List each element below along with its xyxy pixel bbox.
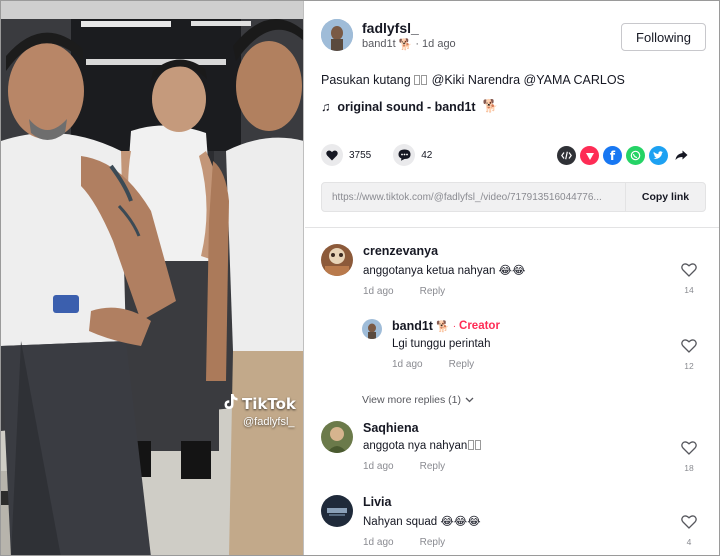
comment-button[interactable]	[393, 144, 416, 166]
comment-icon	[398, 149, 411, 161]
comment-like-count: 18	[684, 463, 694, 473]
like-count: 3755	[349, 149, 372, 161]
copy-link-bar: https://www.tiktok.com/@fadlyfsl_/video/…	[321, 182, 706, 212]
divider	[305, 227, 719, 228]
comment-item: Saqhiena anggota nya nahyan 1d ago Reply	[321, 421, 482, 472]
comment-text: Nahyan squad 😂😂😂	[363, 516, 481, 528]
comment-time: 1d ago	[392, 359, 423, 370]
send-icon[interactable]	[580, 146, 599, 165]
missing-glyph-icon	[421, 75, 428, 85]
chevron-down-icon	[465, 397, 474, 403]
author-avatar[interactable]	[321, 19, 353, 51]
video-player[interactable]: TikTok @fadlyfsl_	[1, 1, 304, 555]
author-info[interactable]: fadlyfsl_ band1t 🐕 · 1d ago	[321, 19, 456, 51]
comment-like[interactable]: 4	[677, 515, 701, 547]
comment-like-count: 12	[684, 361, 694, 371]
whatsapp-icon[interactable]	[626, 146, 645, 165]
heart-outline-icon	[681, 441, 697, 455]
comment-like-count: 14	[684, 285, 694, 295]
comment-like[interactable]: 18	[677, 441, 701, 473]
embed-icon[interactable]	[557, 146, 576, 165]
reply-item: band1t 🐕 · Creator Lgi tunggu perintah 1…	[362, 319, 500, 370]
creator-badge: Creator	[459, 320, 500, 332]
music-link[interactable]: ♫ original sound - band1t 🐕	[321, 99, 498, 114]
heart-outline-icon	[681, 339, 697, 353]
share-options: f	[557, 146, 691, 165]
post-time: 1d ago	[422, 38, 456, 50]
comment-time: 1d ago	[363, 537, 394, 548]
comment-like[interactable]: 12	[677, 339, 701, 371]
view-more-label[interactable]: View more replies (1)	[362, 394, 461, 406]
app-window: TikTok @fadlyfsl_ fadlyfsl_ band1t 🐕 · 1…	[0, 0, 720, 556]
twitter-icon[interactable]	[649, 146, 668, 165]
comment-time: 1d ago	[363, 286, 394, 297]
heart-icon	[326, 150, 338, 160]
tiktok-watermark: TikTok @fadlyfsl_	[223, 393, 296, 428]
comment-like[interactable]: 14	[677, 263, 701, 295]
music-label[interactable]: original sound - band1t	[337, 100, 475, 114]
commenter-avatar[interactable]	[321, 421, 353, 453]
reply-button[interactable]: Reply	[420, 537, 446, 548]
comment-item: crenzevanya anggotanya ketua nahyan 😂😂 1…	[321, 244, 525, 297]
description-text: Pasukan kutang	[321, 73, 411, 87]
dog-emoji-icon: 🐕	[398, 38, 413, 51]
author-nickname: band1t	[362, 38, 396, 50]
like-button[interactable]	[321, 144, 343, 166]
comment-count: 42	[421, 149, 433, 161]
creator-username[interactable]: band1t	[392, 319, 433, 333]
commenter-avatar[interactable]	[321, 244, 353, 276]
video-description: Pasukan kutang @Kiki Narendra @YAMA CARL…	[321, 73, 625, 87]
commenter-username[interactable]: Saqhiena	[363, 421, 481, 435]
video-details-panel: fadlyfsl_ band1t 🐕 · 1d ago Following Pa…	[305, 1, 719, 555]
view-more-replies[interactable]: View more replies (1)	[362, 394, 474, 406]
watermark-handle: @fadlyfsl_	[243, 416, 295, 428]
comment-item: Livia Nahyan squad 😂😂😂 1d ago Reply	[321, 495, 481, 548]
video-frame	[1, 1, 303, 555]
description-mentions[interactable]: @Kiki Narendra @YAMA CARLOS	[432, 73, 625, 87]
heart-outline-icon	[681, 263, 697, 277]
comment-text: Lgi tunggu perintah	[392, 338, 491, 350]
facebook-icon[interactable]: f	[603, 146, 622, 165]
video-url[interactable]: https://www.tiktok.com/@fadlyfsl_/video/…	[322, 192, 625, 203]
engagement-stats: 3755 42	[321, 144, 432, 166]
comment-time: 1d ago	[363, 461, 394, 472]
missing-glyph-icon	[468, 440, 475, 450]
comment-text: anggotanya ketua nahyan 😂😂	[363, 265, 526, 277]
commenter-username[interactable]: crenzevanya	[363, 244, 525, 258]
reply-button[interactable]: Reply	[420, 461, 446, 472]
following-button[interactable]: Following	[621, 23, 706, 51]
commenter-username[interactable]: Livia	[363, 495, 481, 509]
heart-outline-icon	[681, 515, 697, 529]
author-username[interactable]: fadlyfsl_	[362, 20, 456, 36]
dog-emoji-icon: 🐕	[482, 99, 499, 113]
copy-link-button[interactable]: Copy link	[625, 183, 705, 211]
share-arrow-icon[interactable]	[672, 146, 691, 165]
watermark-brand: TikTok	[242, 394, 296, 413]
comment-text: anggota nya nahyan	[363, 440, 482, 452]
creator-avatar[interactable]	[362, 319, 382, 339]
reply-button[interactable]: Reply	[420, 286, 446, 297]
commenter-avatar[interactable]	[321, 495, 353, 527]
missing-glyph-icon	[475, 440, 482, 450]
missing-glyph-icon	[414, 75, 421, 85]
tiktok-logo-icon	[223, 393, 239, 414]
music-note-icon: ♫	[321, 99, 331, 114]
comment-like-count: 4	[686, 537, 692, 547]
reply-button[interactable]: Reply	[449, 359, 475, 370]
dog-emoji-icon: 🐕	[435, 320, 450, 333]
